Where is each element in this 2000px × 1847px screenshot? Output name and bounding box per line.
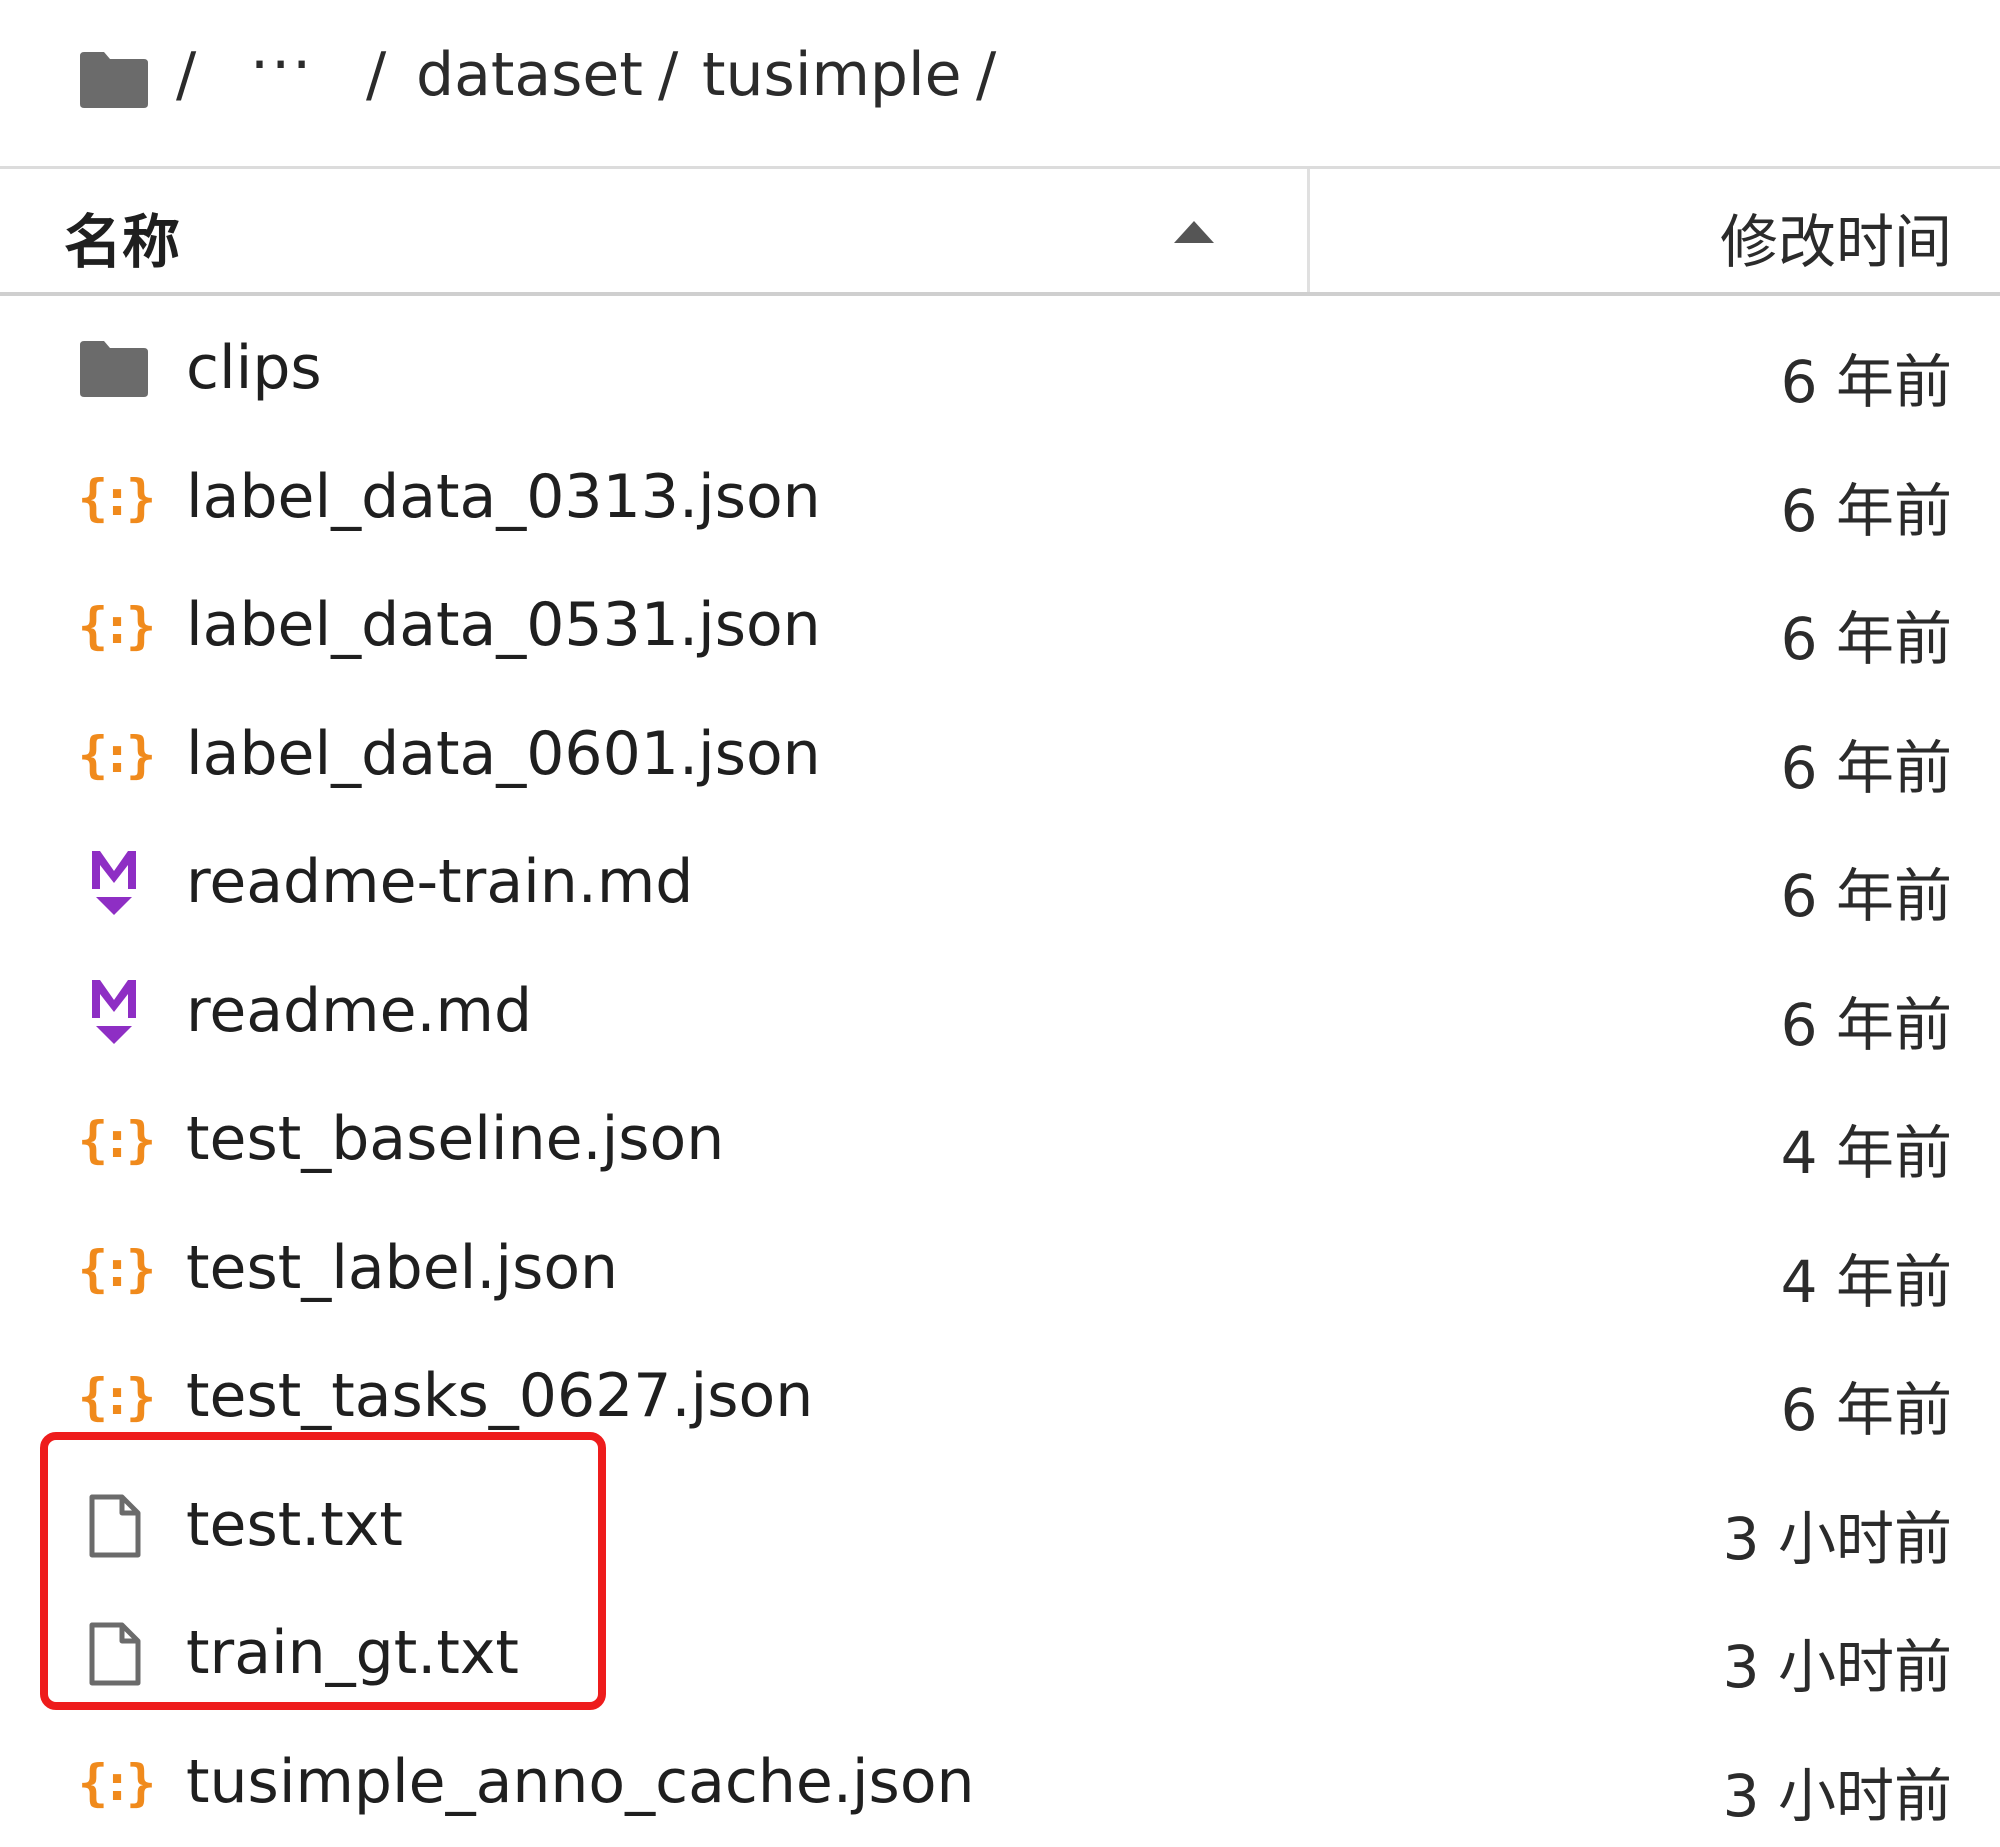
breadcrumb-ellipsis-button[interactable]: ···: [250, 30, 313, 100]
file-row-test-label[interactable]: {:} test_label.json 4 年前: [0, 1205, 2000, 1334]
file-modified: 3 小时前: [1723, 1749, 1952, 1833]
column-header-name[interactable]: 名称: [0, 169, 1310, 292]
json-file-icon: {:}: [74, 1751, 154, 1815]
file-name: clips: [186, 333, 322, 403]
breadcrumb: / ··· / dataset / tusimple /: [0, 0, 2000, 166]
file-modified: 6 年前: [1781, 978, 1952, 1062]
markdown-file-icon: [74, 980, 154, 1044]
file-name: label_data_0601.json: [186, 719, 821, 789]
json-file-icon: {:}: [74, 466, 154, 530]
file-name: tusimple_anno_cache.json: [186, 1747, 975, 1817]
file-modified: 6 年前: [1781, 335, 1952, 419]
file-name: test_tasks_0627.json: [186, 1361, 813, 1431]
breadcrumb-item-dataset[interactable]: dataset: [416, 40, 643, 110]
file-row-label-data-0601[interactable]: {:} label_data_0601.json 6 年前: [0, 691, 2000, 820]
file-row-label-data-0313[interactable]: {:} label_data_0313.json 6 年前: [0, 434, 2000, 563]
file-name: test_baseline.json: [186, 1104, 724, 1174]
file-modified: 6 年前: [1781, 721, 1952, 805]
markdown-file-icon: [74, 851, 154, 915]
file-row-readme[interactable]: readme.md 6 年前: [0, 948, 2000, 1077]
folder-icon[interactable]: [78, 50, 150, 110]
file-row-test-baseline[interactable]: {:} test_baseline.json 4 年前: [0, 1076, 2000, 1205]
json-file-icon: {:}: [74, 594, 154, 658]
folder-icon: [74, 337, 154, 401]
file-name: readme-train.md: [186, 847, 693, 917]
file-modified: 4 年前: [1781, 1235, 1952, 1319]
breadcrumb-item-tusimple[interactable]: tusimple: [702, 40, 962, 110]
text-file-icon: [74, 1494, 154, 1558]
breadcrumb-separator: /: [176, 40, 196, 110]
sort-ascending-icon[interactable]: [1172, 219, 1216, 245]
column-header-name-label: 名称: [64, 195, 180, 279]
file-row-tusimple-anno-cache[interactable]: {:} tusimple_anno_cache.json 3 小时前: [0, 1719, 2000, 1847]
file-row-test-txt[interactable]: test.txt 3 小时前: [0, 1462, 2000, 1591]
json-file-icon: {:}: [74, 723, 154, 787]
file-row-clips[interactable]: clips 6 年前: [0, 305, 2000, 434]
file-list: clips 6 年前 {:} label_data_0313.json 6 年前…: [0, 305, 2000, 1847]
file-row-readme-train[interactable]: readme-train.md 6 年前: [0, 819, 2000, 948]
json-file-icon: {:}: [74, 1108, 154, 1172]
breadcrumb-separator: /: [366, 40, 386, 110]
file-modified: 6 年前: [1781, 1363, 1952, 1447]
file-modified: 6 年前: [1781, 849, 1952, 933]
text-file-icon: [74, 1622, 154, 1686]
file-name: test.txt: [186, 1490, 403, 1560]
file-row-test-tasks-0627[interactable]: {:} test_tasks_0627.json 6 年前: [0, 1333, 2000, 1462]
table-header: 名称 修改时间: [0, 166, 2000, 296]
breadcrumb-separator: /: [976, 40, 996, 110]
column-header-modified[interactable]: 修改时间: [1310, 169, 2000, 292]
file-row-label-data-0531[interactable]: {:} label_data_0531.json 6 年前: [0, 562, 2000, 691]
file-modified: 6 年前: [1781, 592, 1952, 676]
file-modified: 6 年前: [1781, 464, 1952, 548]
file-name: label_data_0531.json: [186, 590, 821, 660]
file-row-train-gt-txt[interactable]: train_gt.txt 3 小时前: [0, 1590, 2000, 1719]
json-file-icon: {:}: [74, 1237, 154, 1301]
file-name: train_gt.txt: [186, 1618, 519, 1688]
file-name: label_data_0313.json: [186, 462, 821, 532]
json-file-icon: {:}: [74, 1365, 154, 1429]
file-modified: 3 小时前: [1723, 1492, 1952, 1576]
breadcrumb-separator: /: [658, 40, 678, 110]
file-name: test_label.json: [186, 1233, 618, 1303]
file-modified: 4 年前: [1781, 1106, 1952, 1190]
file-name: readme.md: [186, 976, 532, 1046]
file-modified: 3 小时前: [1723, 1620, 1952, 1704]
column-header-modified-label: 修改时间: [1720, 195, 1952, 279]
